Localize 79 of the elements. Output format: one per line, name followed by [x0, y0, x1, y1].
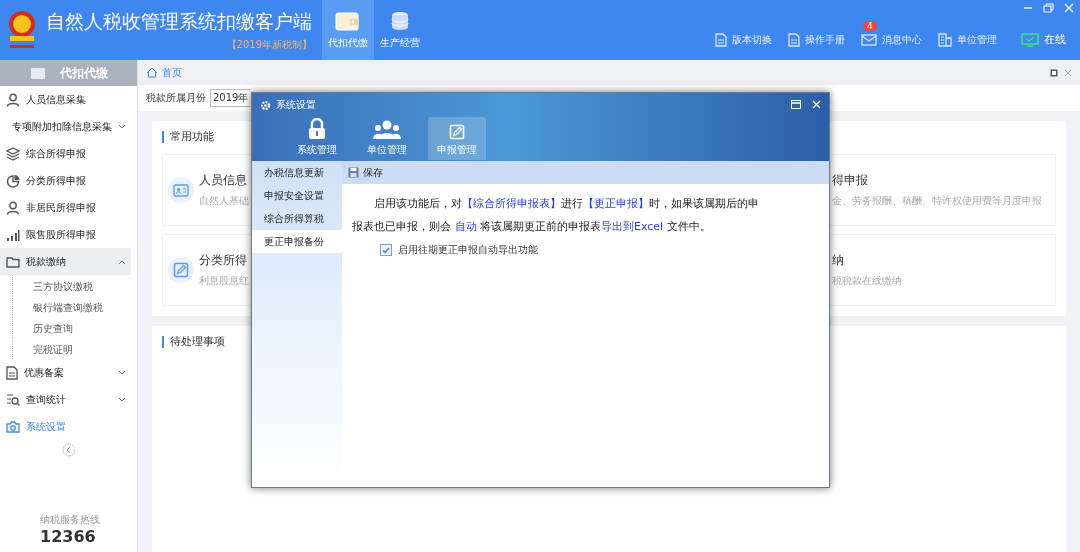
close-icon [1064, 68, 1072, 77]
edit-icon [449, 124, 465, 140]
card-title: 人员信息 [199, 172, 248, 189]
building-icon [938, 33, 952, 47]
mail-icon [861, 34, 877, 46]
submenu-item[interactable]: 三方协议缴税 [12, 275, 130, 296]
collapse-icon [61, 443, 76, 457]
home-icon [146, 67, 158, 78]
chevron-icon [118, 369, 126, 376]
card-description: 金、劳务报酬、稿酬、特许权使用费等月度申报 [832, 194, 1042, 208]
gear-icon [260, 99, 271, 111]
card-title: 得申报 [832, 172, 869, 189]
settings-menu-item[interactable]: 更正申报备份 [252, 230, 342, 253]
edit-icon [173, 262, 189, 278]
count-badge: 4 [863, 21, 877, 31]
dialog-title: 系统设置 [276, 98, 316, 112]
sidebar-item[interactable]: 税款缴纳 [0, 248, 131, 275]
feature-card[interactable]: 分类所得 利息股息红 [162, 234, 251, 306]
field-label: 税款所属月份 [146, 91, 206, 105]
floppy-icon [348, 167, 359, 178]
camera-icon [6, 419, 20, 434]
pie-chart-icon [6, 173, 20, 188]
tab-menu-icon [1050, 68, 1058, 77]
user-icon [6, 92, 20, 107]
sidebar-item[interactable]: 系统设置 [0, 413, 131, 440]
card-description: 税税款在线缴纳 [832, 274, 902, 288]
close-icon [812, 100, 821, 109]
users-icon [373, 120, 401, 140]
layers-icon [6, 146, 20, 161]
save-button[interactable]: 保存 [348, 165, 383, 180]
document-icon [715, 33, 727, 47]
lock-icon [308, 118, 326, 140]
search-icon [6, 392, 20, 407]
maximize-icon [791, 100, 801, 109]
sidebar-item[interactable]: 优惠备案 [0, 359, 131, 386]
restore-icon [1043, 3, 1054, 13]
document-icon [788, 33, 800, 47]
description-text: 启用该功能后，对【综合所得申报表】进行【更正申报】时，如果该属期后的申报表也已申报，则会 自动 将该属期更正前的申报表导出到Excel 文件中。 [352, 196, 760, 235]
status-indicator[interactable]: 在线 [1021, 32, 1066, 47]
card-description: 利息股息红 [199, 274, 249, 288]
sidebar-item[interactable]: 人员信息采集 [0, 86, 131, 113]
submenu-item[interactable]: 完税证明 [12, 338, 130, 359]
settings-menu-item[interactable]: 办税信息更新 [252, 161, 342, 184]
settings-tab[interactable]: 系统管理 [288, 117, 346, 160]
close-icon [1064, 3, 1074, 13]
submenu-item[interactable]: 银行端查询缴税 [12, 296, 130, 317]
coin-stack-icon [389, 10, 411, 32]
feature-card[interactable]: 人员信息 自然人基础 [162, 154, 251, 226]
settings-menu-item[interactable]: 综合所得算税 [252, 207, 342, 230]
sidebar-item[interactable]: 综合所得申报 [0, 140, 131, 167]
settings-menu-item[interactable]: 申报安全设置 [252, 184, 342, 207]
chevron-icon [118, 396, 126, 403]
sidebar-item[interactable]: 专项附加扣除信息采集 [0, 113, 131, 140]
bar-chart-icon [6, 227, 20, 242]
monitor-icon [1021, 32, 1039, 47]
settings-tab[interactable]: 单位管理 [358, 117, 416, 160]
check-icon [382, 246, 390, 254]
sidebar-item[interactable]: 限售股所得申报 [0, 221, 131, 248]
sidebar-header: 代扣代缴 [0, 60, 137, 86]
card-description: 自然人基础 [199, 194, 249, 208]
sidebar-item[interactable]: 非居民所得申报 [0, 194, 131, 221]
sidebar-item[interactable]: 分类所得申报 [0, 167, 131, 194]
month-field[interactable]: 2019年 [210, 89, 251, 107]
module-tab[interactable]: 生产经营 [374, 0, 426, 60]
edition-label: 【2019年新税制】 [226, 37, 312, 52]
auto-export-checkbox[interactable]: 启用往期更正申报自动导出功能 [374, 242, 544, 258]
chevron-icon [118, 258, 126, 265]
card-title: 纳 [832, 252, 845, 269]
submenu-item[interactable]: 历史查询 [12, 317, 130, 338]
sidebar-item[interactable]: 查询统计 [0, 386, 131, 413]
folder-icon [6, 254, 20, 269]
hotline-caption: 纳税服务热线 [40, 513, 101, 527]
document-icon [6, 365, 18, 380]
chevron-icon [118, 123, 126, 130]
app-title: 自然人税收管理系统扣缴客户端 [46, 8, 312, 34]
id-card-icon [173, 183, 189, 197]
card-title: 分类所得 [199, 252, 248, 269]
hotline-number: 12366 [40, 527, 97, 546]
user-icon [6, 200, 20, 215]
